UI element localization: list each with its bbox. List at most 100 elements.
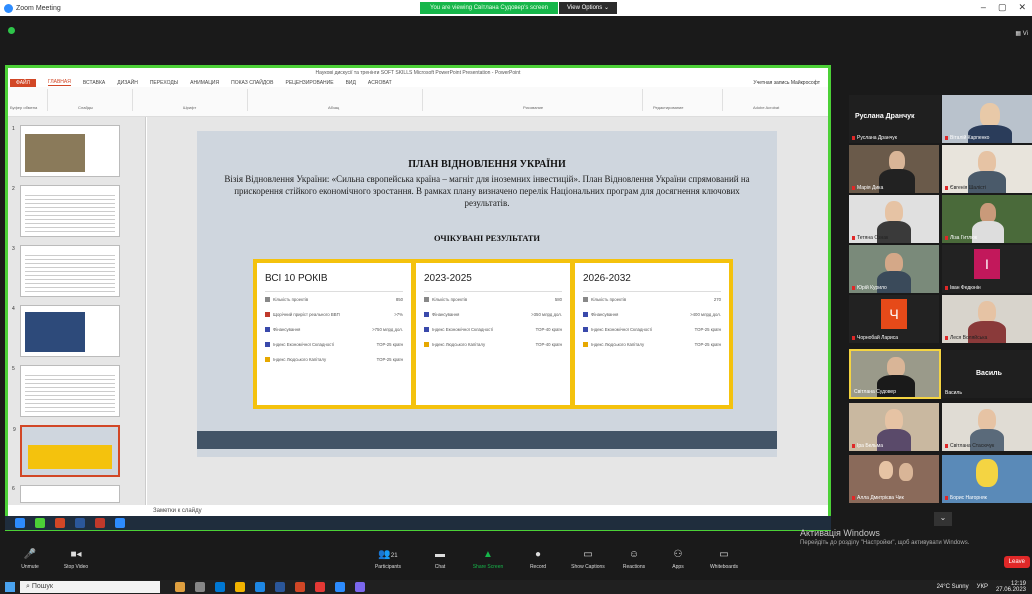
current-slide[interactable]: ПЛАН ВІДНОВЛЕННЯ УКРАЇНИ Візія Відновлен… <box>197 131 777 457</box>
record-icon: ● <box>534 549 542 560</box>
participants-icon: 👥21 <box>378 549 398 560</box>
money-icon <box>424 312 429 317</box>
show-captions-button[interactable]: ▭ Show Captions <box>566 550 610 571</box>
participant-tile[interactable]: Іра Бельма <box>849 403 939 451</box>
slide-thumbnail[interactable]: 3 <box>12 245 120 297</box>
apps-button[interactable]: ⚇ Apps <box>656 550 700 571</box>
share-banner-text: You are viewing Світлана Судовер's scree… <box>420 2 559 14</box>
slide-thumbnail[interactable]: 4 <box>12 305 120 357</box>
participant-tile-active-speaker[interactable]: Світлана Судовер <box>849 349 941 399</box>
record-button[interactable]: ● Record <box>516 549 560 571</box>
participant-tile[interactable]: Ч Чорнобай Лариса <box>849 295 939 343</box>
whiteboards-button[interactable]: ▭ Whiteboards <box>702 550 746 571</box>
card-row: Фінансування >750 млрд дол. <box>265 327 403 332</box>
taskbar-app-icon[interactable] <box>175 582 185 592</box>
close-icon[interactable]: ✕ <box>1018 2 1026 13</box>
share-screen-button[interactable]: ▲ Share Screen <box>466 550 510 571</box>
participant-name: Світлана Судовер <box>854 389 896 395</box>
folder-icon[interactable] <box>235 582 245 592</box>
chevron-down-icon[interactable]: ⌄ <box>934 512 952 526</box>
weather-text[interactable]: 24°C Sunny <box>937 584 969 590</box>
slide-thumbnails-panel: 1 2 3 4 5 9 6 <box>8 117 146 505</box>
participant-name: Марія Дика <box>852 185 883 191</box>
participant-tile[interactable]: Євгенія Шалісті <box>942 145 1032 193</box>
ribbon-group-editing[interactable]: Редактирование <box>643 89 723 111</box>
participant-name: Руслана Дранчук <box>852 135 897 141</box>
participant-tile[interactable]: Марія Дика <box>849 145 939 193</box>
ribbon-group-slides[interactable]: Слайды <box>48 89 133 111</box>
participant-tile[interactable]: Алла Дмитрієва Чик <box>849 455 939 503</box>
tab-transitions[interactable]: ПЕРЕХОДЫ <box>150 80 178 86</box>
participant-tile[interactable]: Ліза Гитлюк <box>942 195 1032 243</box>
tab-file[interactable]: ФАЙЛ <box>10 78 36 87</box>
viber-icon[interactable] <box>355 582 365 592</box>
account-label[interactable]: Учетная запись Майкрософт <box>753 80 820 86</box>
participant-tile[interactable]: Віталій Карпенко <box>942 95 1032 143</box>
participant-name: Алла Дмитрієва Чик <box>852 495 904 501</box>
tab-slideshow[interactable]: ПОКАЗ СЛАЙДОВ <box>231 80 273 86</box>
ppt-ribbon-tabs: ФАЙЛ ГЛАВНАЯ ВСТАВКА ДИЗАЙН ПЕРЕХОДЫ АНИ… <box>8 78 828 87</box>
reactions-button[interactable]: ☺ Reactions <box>612 549 656 571</box>
tab-review[interactable]: РЕЦЕНЗИРОВАНИЕ <box>285 80 333 86</box>
word-icon[interactable] <box>275 582 285 592</box>
results-cards: ВСІ 10 РОКІВ Кількість проектів 850 Щоріч… <box>253 259 733 409</box>
zoom-icon[interactable] <box>335 582 345 592</box>
language-indicator[interactable]: УКР <box>977 584 988 590</box>
participant-tile[interactable]: Юрій Курило <box>849 245 939 293</box>
participant-big-name: Василь <box>976 370 1002 377</box>
slide-footer-bar <box>197 431 777 449</box>
taskbar-app-icon[interactable] <box>255 582 265 592</box>
view-button[interactable]: ▦ Vi <box>1015 30 1028 37</box>
participant-tile[interactable]: I Іван Федюнін <box>942 245 1032 293</box>
acrobat-icon[interactable] <box>315 582 325 592</box>
participant-tile[interactable]: Тетяна Ознак <box>849 195 939 243</box>
ribbon-group-paragraph[interactable]: Абзац <box>248 89 423 111</box>
leave-button[interactable]: Leave <box>1003 556 1030 568</box>
participant-tile[interactable]: Василь Василь <box>942 350 1032 398</box>
security-shield-icon[interactable] <box>8 27 15 34</box>
slide-thumbnail[interactable]: 1 <box>12 125 120 177</box>
participant-name: Леся Воляйська <box>945 335 987 341</box>
chat-button[interactable]: ▬ Chat <box>418 550 462 571</box>
muted-mic-icon <box>852 285 855 290</box>
windows-search-box[interactable]: ⌕ Пошук <box>20 581 160 593</box>
slide-thumbnail[interactable]: 6 <box>12 485 120 503</box>
participant-name: Світлана Стасючук <box>945 443 994 449</box>
ribbon-group-acrobat[interactable]: Adobe Acrobat <box>723 89 823 111</box>
tab-animation[interactable]: АНИМАЦИЯ <box>190 80 219 86</box>
stop-video-button[interactable]: ■◂ Stop Video <box>54 550 98 571</box>
money-icon <box>583 312 588 317</box>
view-options-button[interactable]: View Options ⌄ <box>559 2 617 14</box>
slide-thumbnail-selected[interactable]: 9 <box>13 425 120 477</box>
participant-tile[interactable]: Світлана Стасючук <box>942 403 1032 451</box>
participant-tile[interactable]: Леся Воляйська <box>942 295 1032 343</box>
tab-design[interactable]: ДИЗАЙН <box>117 80 138 86</box>
tab-home[interactable]: ГЛАВНАЯ <box>47 79 71 86</box>
windows-start-icon[interactable] <box>5 582 15 592</box>
slide-thumbnail[interactable]: 5 <box>12 365 120 417</box>
powerpoint-icon[interactable] <box>295 582 305 592</box>
unmute-button[interactable]: 🎤 Unmute <box>8 550 52 571</box>
ribbon-group-font[interactable]: Шрифт <box>133 89 248 111</box>
participant-tile[interactable]: Борис Нагорняк <box>942 455 1032 503</box>
document-icon <box>583 297 588 302</box>
tab-view[interactable]: ВИД <box>346 80 356 86</box>
results-card: 2023-2025 Кількість проектів 580 Фінансув… <box>416 263 570 405</box>
chart-icon <box>265 342 270 347</box>
participant-tile[interactable]: Руслана Дранчук Руслана Дранчук <box>849 95 941 143</box>
muted-mic-icon <box>852 335 855 340</box>
clock[interactable]: 12:19 27.06.2023 <box>996 581 1026 593</box>
ribbon-group-clipboard[interactable]: Буфер обмена <box>8 89 48 111</box>
participants-button[interactable]: 👥21 Participants <box>366 549 410 571</box>
maximize-icon[interactable]: ▢ <box>998 2 1007 13</box>
slide-thumbnail[interactable]: 2 <box>12 185 120 237</box>
reactions-icon: ☺ <box>628 549 640 560</box>
taskbar-app-icon[interactable] <box>195 582 205 592</box>
edge-icon[interactable] <box>215 582 225 592</box>
ribbon-group-drawing[interactable]: Рисование <box>423 89 643 111</box>
participant-name: Василь <box>945 390 962 396</box>
minimize-icon[interactable]: – <box>981 2 986 13</box>
tab-acrobat[interactable]: ACROBAT <box>368 80 392 86</box>
participant-name: Борис Нагорняк <box>945 495 987 501</box>
tab-insert[interactable]: ВСТАВКА <box>83 80 105 86</box>
